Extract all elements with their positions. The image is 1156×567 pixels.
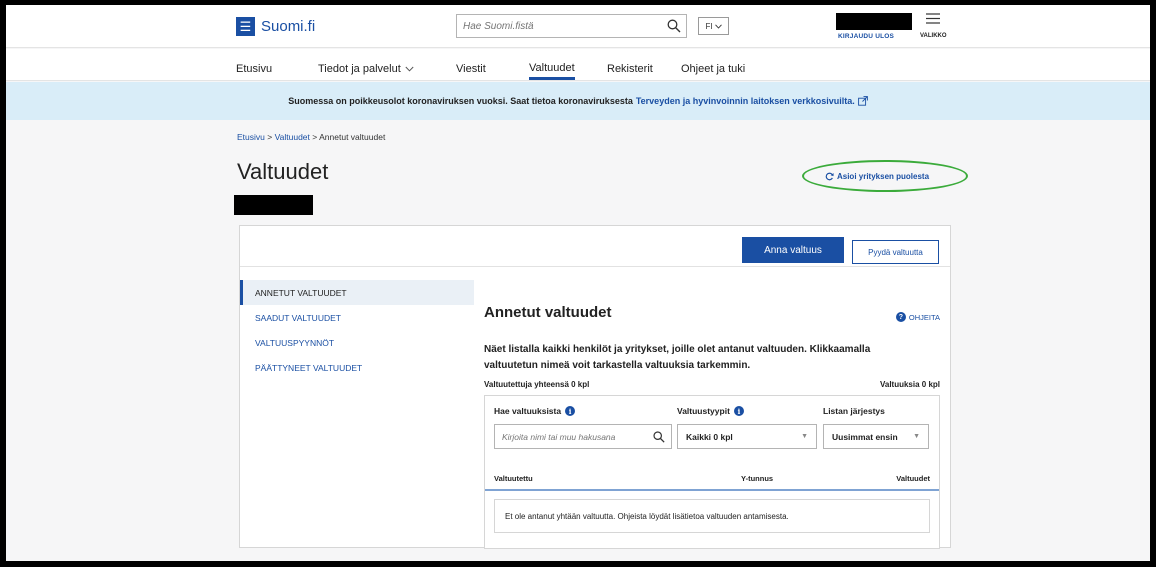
page-title: Valtuudet [237, 159, 329, 184]
side-item-label: SAADUT VALTUUDET [255, 312, 341, 323]
nav-item-label: Rekisterit [607, 63, 653, 75]
notice-banner: Suomessa on poikkeusolot koronaviruksen … [6, 82, 1150, 120]
nav-item-rekisterit[interactable]: Rekisterit [607, 58, 653, 80]
chevron-down-icon [405, 66, 414, 72]
order-filter-label-text: Listan järjestys [823, 406, 885, 416]
side-item-label: ANNETUT VALTUUDET [255, 287, 347, 298]
breadcrumb-valtuudet[interactable]: Valtuudet [275, 132, 310, 142]
table-header: Valtuutettu Y-tunnus Valtuudet [485, 465, 939, 491]
order-select-value: Uusimmat ensin [832, 431, 898, 442]
authorization-types-select[interactable]: Kaikki 0 kpl ▼ [677, 424, 817, 449]
help-link[interactable]: ? OHJEITA [895, 312, 940, 322]
request-authorization-button[interactable]: Pyydä valtuutta [852, 240, 939, 264]
breadcrumb-current: Annetut valtuudet [319, 132, 386, 142]
menu-label: VALIKKO [920, 33, 947, 39]
info-icon[interactable]: i [733, 406, 744, 416]
authorization-search [494, 424, 672, 449]
site-name: Suomi.fi [261, 18, 316, 35]
breadcrumb-separator: > [267, 132, 273, 142]
site-search-input[interactable] [457, 20, 662, 32]
language-select[interactable]: FI [698, 17, 729, 35]
grant-authorization-button[interactable]: Anna valtuus [742, 237, 844, 263]
language-value: FI [705, 21, 713, 31]
side-item-saadut-valtuudet[interactable]: SAADUT VALTUUDET [240, 305, 474, 330]
order-filter-label: Listan järjestys [823, 406, 885, 416]
filter-panel: Hae valtuuksista i Valtuustyypit i Lista… [484, 395, 940, 549]
breadcrumb: Etusivu > Valtuudet > Annetut valtuudet [237, 132, 385, 142]
column-header-y-tunnus[interactable]: Y-tunnus [741, 474, 773, 483]
search-icon[interactable] [662, 15, 686, 37]
refresh-icon [825, 172, 834, 180]
chevron-down-icon: ▼ [801, 433, 808, 440]
redacted-user-name [836, 13, 912, 30]
site-logo[interactable]: ☰ Suomi.fi [236, 17, 315, 36]
types-select-value: Kaikki 0 kpl [686, 431, 733, 442]
authorized-count: Valtuutettuja yhteensä 0 kpl [484, 380, 590, 389]
list-order-select[interactable]: Uusimmat ensin ▼ [823, 424, 929, 449]
nav-item-tiedot-ja-palvelut[interactable]: Tiedot ja palvelut [318, 58, 414, 80]
divider [240, 266, 950, 267]
nav-item-label: Valtuudet [529, 61, 575, 74]
logout-link[interactable]: KIRJAUDU ULOS [838, 33, 894, 40]
site-header: ☰ Suomi.fi FI KIRJAUDU ULOS VALIKKO [6, 5, 1150, 48]
chevron-down-icon [714, 23, 722, 29]
breadcrumb-separator: > [312, 132, 318, 142]
search-icon[interactable] [647, 430, 671, 443]
notice-text: Suomessa on poikkeusolot koronaviruksen … [288, 96, 633, 106]
nav-item-viestit[interactable]: Viestit [456, 58, 486, 80]
question-icon: ? [895, 312, 906, 322]
suomi-logo-icon: ☰ [236, 17, 255, 36]
browser-viewport: ☰ Suomi.fi FI KIRJAUDU ULOS VALIKKO Etus… [6, 5, 1150, 561]
help-label: OHJEITA [908, 312, 940, 322]
empty-state-message: Et ole antanut yhtään valtuutta. Ohjeist… [494, 499, 930, 533]
authorization-search-input[interactable] [495, 431, 647, 442]
types-filter-label-text: Valtuustyypit [677, 406, 730, 416]
empty-state-text: Et ole antanut yhtään valtuutta. Ohjeist… [505, 511, 789, 521]
nav-item-etusivu[interactable]: Etusivu [236, 58, 272, 80]
side-item-label: PÄÄTTYNEET VALTUUDET [255, 362, 363, 373]
breadcrumb-home[interactable]: Etusivu [237, 132, 265, 142]
act-on-behalf-button[interactable]: Asioi yrityksen puolesta [808, 165, 946, 187]
search-filter-label-text: Hae valtuuksista [494, 406, 562, 416]
site-search [456, 14, 687, 38]
side-navigation: ANNETUT VALTUUDET SAADUT VALTUUDET VALTU… [240, 280, 474, 380]
hamburger-icon [926, 13, 940, 24]
nav-item-label: Ohjeet ja tuki [681, 63, 746, 75]
column-header-valtuutettu[interactable]: Valtuutettu [494, 474, 533, 483]
side-item-valtuuspyynnot[interactable]: VALTUUSPYYNNÖT [240, 330, 474, 355]
authorization-count: Valtuuksia 0 kpl [879, 380, 940, 389]
info-icon[interactable]: i [565, 406, 576, 416]
nav-item-label: Viestit [456, 63, 486, 75]
side-item-label: VALTUUSPYYNNÖT [255, 337, 335, 348]
side-item-annetut-valtuudet[interactable]: ANNETUT VALTUUDET [240, 280, 474, 305]
nav-item-label: Etusivu [236, 63, 273, 75]
chevron-down-icon: ▼ [913, 433, 920, 440]
content-description: Näet listalla kaikki henkilöt ja yrityks… [484, 344, 871, 371]
nav-item-label: Tiedot ja palvelut [318, 63, 401, 75]
side-item-paattyneet-valtuudet[interactable]: PÄÄTTYNEET VALTUUDET [240, 355, 474, 380]
external-link-icon [857, 96, 868, 106]
redacted-account-name [234, 195, 313, 215]
content-title: Annetut valtuudet [484, 304, 612, 321]
main-navigation: Etusivu Tiedot ja palvelut Viestit Valtu… [6, 49, 1150, 81]
nav-item-ohjeet-ja-tuki[interactable]: Ohjeet ja tuki [681, 58, 745, 80]
column-header-valtuudet[interactable]: Valtuudet [896, 474, 930, 483]
act-on-behalf-label: Asioi yrityksen puolesta [836, 171, 930, 181]
notice-link[interactable]: Terveyden ja hyvinvoinnin laitoksen verk… [636, 96, 855, 106]
menu-button[interactable]: VALIKKO [920, 11, 947, 39]
types-filter-label: Valtuustyypit i [677, 406, 744, 416]
authorizations-card: Anna valtuus Pyydä valtuutta ANNETUT VAL… [239, 225, 951, 549]
nav-item-valtuudet[interactable]: Valtuudet [529, 58, 575, 80]
search-filter-label: Hae valtuuksista i [494, 406, 576, 416]
